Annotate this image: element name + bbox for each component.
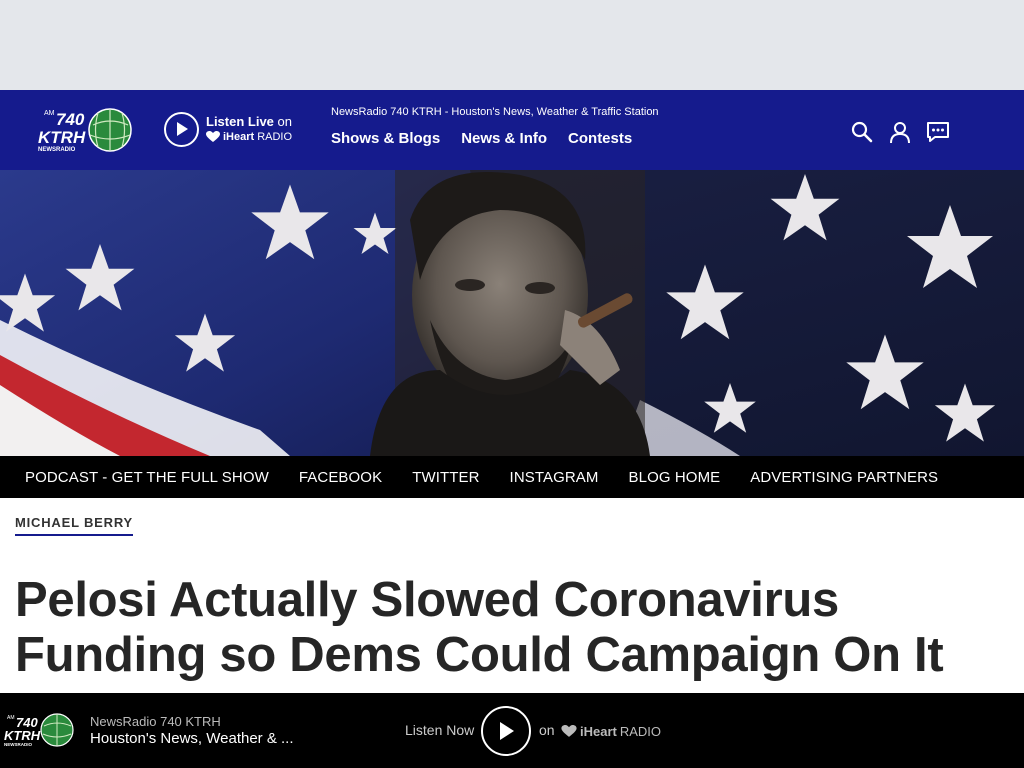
nav-contests[interactable]: Contests [568, 130, 632, 147]
player-logo-callsign: KTRH [4, 728, 41, 743]
hero-banner [0, 170, 1024, 456]
player-station-logo[interactable]: AM 740 KTRH NEWSRADIO [4, 713, 74, 747]
ad-banner-area [0, 0, 1024, 90]
player-logo-sub: NEWSRADIO [4, 742, 32, 747]
nav-shows-blogs[interactable]: Shows & Blogs [331, 130, 440, 147]
logo-frequency: 740 [56, 110, 85, 129]
station-logo[interactable]: AM 740 KTRH NEWSRADIO [38, 107, 132, 153]
chat-icon[interactable] [926, 120, 950, 144]
nav-news-info[interactable]: News & Info [461, 130, 547, 147]
subnav-instagram[interactable]: INSTAGRAM [510, 469, 599, 486]
subnav-advertising-partners[interactable]: ADVERTISING PARTNERS [750, 469, 938, 486]
subnav-blog-home[interactable]: BLOG HOME [629, 469, 721, 486]
article-headline: Pelosi Actually Slowed Coronavirus Fundi… [15, 573, 944, 682]
show-subnav: PODCAST - GET THE FULL SHOW FACEBOOK TWI… [0, 456, 1024, 498]
iheartradio-logo: iHeart RADIO [206, 130, 292, 145]
subnav-twitter[interactable]: TWITTER [412, 469, 479, 486]
logo-am: AM [44, 110, 55, 117]
logo-sub: NEWSRADIO [38, 147, 76, 153]
player-iheart-rest: RADIO [619, 724, 662, 739]
iheart-rest: RADIO [257, 130, 293, 143]
subnav-facebook[interactable]: FACEBOOK [299, 469, 382, 486]
listen-live-label: Listen Live [206, 113, 274, 129]
player-station-desc: Houston's News, Weather & ... [90, 730, 294, 747]
listen-live-button[interactable]: Listen Live on iHeart RADIO [164, 111, 292, 147]
top-navigation: AM 740 KTRH NEWSRADIO Listen Live on iHe… [0, 90, 1024, 170]
iheart-heart-icon [561, 725, 577, 737]
search-icon[interactable] [850, 120, 874, 144]
player-logo-am: AM [7, 715, 15, 721]
player-on-label: on [539, 722, 555, 738]
listen-on-label: on [277, 113, 293, 129]
hero-image [0, 170, 1024, 456]
audio-player-bar: AM 740 KTRH NEWSRADIO NewsRadio 740 KTRH… [0, 693, 1024, 768]
iheart-heart-icon [206, 131, 220, 142]
player-iheart-bold: iHeart [580, 724, 617, 739]
subnav-podcast[interactable]: PODCAST - GET THE FULL SHOW [25, 469, 269, 486]
logo-callsign: KTRH [38, 128, 86, 147]
play-icon [500, 722, 514, 740]
station-tagline: NewsRadio 740 KTRH - Houston's News, Wea… [331, 106, 659, 118]
player-iheartradio-logo: iHeart RADIO [561, 724, 661, 739]
user-icon[interactable] [888, 120, 912, 144]
header-icons [850, 120, 950, 144]
iheart-bold: iHeart [223, 130, 255, 143]
article-category-link[interactable]: MICHAEL BERRY [15, 515, 134, 536]
player-listen-now-label: Listen Now [405, 722, 475, 738]
player-station-name: NewsRadio 740 KTRH [90, 714, 221, 729]
player-play-button[interactable] [481, 706, 531, 756]
play-icon[interactable] [164, 111, 199, 147]
main-nav: Shows & Blogs News & Info Contests [331, 130, 632, 147]
